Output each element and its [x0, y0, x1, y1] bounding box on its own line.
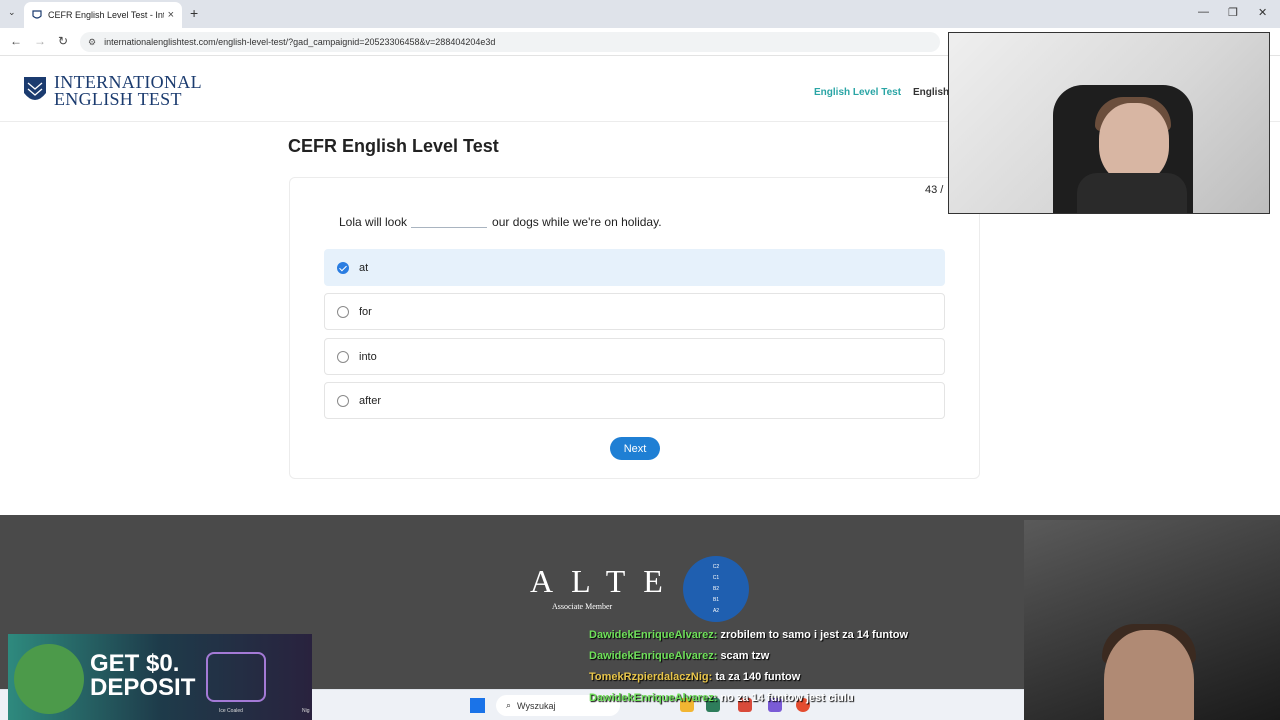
question-before: Lola will look — [339, 215, 408, 229]
site-favicon-icon — [32, 10, 42, 19]
question-text: Lola will look our dogs while we're on h… — [339, 215, 662, 229]
chat-text: scam tzw — [720, 650, 770, 662]
question-counter: 43 / — [925, 184, 944, 196]
alte-logo: ALTE Associate Member — [530, 563, 681, 611]
site-logo[interactable]: INTERNATIONAL ENGLISH TEST — [22, 73, 202, 109]
option-label: at — [359, 261, 369, 274]
face-shape — [1099, 103, 1169, 183]
tab-list-button[interactable]: ⌄ — [8, 7, 16, 18]
windows-start-icon[interactable] — [470, 698, 485, 713]
shirt-shape — [1077, 173, 1187, 213]
ad-text-line-1: GET $0. — [90, 650, 180, 677]
stream-ad-banner: GET $0. DEPOSIT Ice Coaled Nig — [8, 634, 312, 720]
tab-close-icon[interactable]: × — [168, 9, 174, 21]
alte-letters: ALTE — [530, 563, 681, 599]
taskbar-search-text: Wyszukaj — [517, 700, 556, 711]
nav-english[interactable]: English — [913, 87, 949, 98]
chat-text: no za 14 funtow jest ciulu — [720, 692, 854, 704]
chat-username: DawidekEnriqueAlvarez: — [589, 650, 718, 662]
radio-icon[interactable] — [337, 305, 349, 318]
forward-button[interactable]: → — [34, 34, 46, 48]
chat-message: DawidekEnriqueAlvarez: zrobilem to samo … — [589, 629, 908, 641]
chat-username: DawidekEnriqueAlvarez: — [589, 692, 718, 704]
logo-text: INTERNATIONAL ENGLISH TEST — [54, 73, 202, 109]
checked-radio-icon[interactable] — [337, 261, 349, 274]
url-text: internationalenglishtest.com/english-lev… — [104, 37, 496, 47]
new-tab-button[interactable]: + — [190, 5, 198, 21]
chat-message: DawidekEnriqueAlvarez: scam tzw — [589, 650, 908, 662]
option-into[interactable]: into — [324, 338, 945, 375]
question-after: our dogs while we're on holiday. — [492, 215, 662, 229]
option-label: into — [359, 350, 377, 363]
restore-icon[interactable]: ❐ — [1228, 6, 1238, 19]
mascot-image — [14, 644, 84, 714]
page-title: CEFR English Level Test — [288, 136, 499, 156]
ad-text-line-2: DEPOSIT — [90, 674, 196, 701]
option-label: for — [359, 305, 372, 318]
option-at[interactable]: at — [324, 249, 945, 286]
stream-chat: DawidekEnriqueAlvarez: zrobilem to samo … — [589, 629, 908, 713]
ad-item-frame — [206, 652, 266, 702]
ad-text: GET $0. DEPOSIT — [90, 652, 195, 700]
shield-logo-icon — [24, 77, 46, 100]
option-label: after — [359, 394, 382, 407]
badge-levels: C2 C1 B2 B1 A2 — [683, 562, 749, 617]
search-icon: ⌕ — [506, 700, 512, 710]
cefr-badge: C2 C1 B2 B1 A2 — [683, 556, 749, 622]
url-input[interactable]: ⚙ internationalenglishtest.com/english-l… — [80, 32, 940, 52]
next-button[interactable]: Next — [610, 437, 660, 460]
chat-text: ta za 140 funtow — [715, 671, 801, 683]
back-button[interactable]: ← — [10, 34, 22, 48]
chat-text: zrobilem to samo i jest za 14 funtow — [720, 629, 909, 641]
chat-username: DawidekEnriqueAlvarez: — [589, 629, 718, 641]
ad-caption: Nig — [302, 708, 310, 714]
nav-english-level-test[interactable]: English Level Test — [814, 87, 901, 98]
chat-message: TomekRzpierdalaczNig: ta za 140 funtow — [589, 671, 908, 683]
badge-level: B2 — [712, 586, 720, 592]
radio-icon[interactable] — [337, 350, 349, 363]
browser-tab-bar: ⌄ CEFR English Level Test - Intern... × … — [0, 0, 1280, 28]
close-window-icon[interactable]: ✕ — [1258, 6, 1267, 19]
ad-caption: Ice Coaled — [219, 708, 243, 714]
site-settings-icon[interactable]: ⚙ — [88, 37, 96, 48]
minimize-icon[interactable]: — — [1198, 6, 1209, 18]
radio-icon[interactable] — [337, 394, 349, 407]
chat-username: TomekRzpierdalaczNig: — [589, 671, 713, 683]
chat-message: DawidekEnriqueAlvarez: no za 14 funtow j… — [589, 692, 908, 704]
tab-title: CEFR English Level Test - Intern... — [48, 10, 164, 20]
webcam-overlay-top — [948, 32, 1270, 214]
option-for[interactable]: for — [324, 293, 945, 330]
badge-level: C1 — [712, 575, 720, 581]
browser-tab[interactable]: CEFR English Level Test - Intern... × — [24, 2, 182, 28]
webcam-overlay-bottom — [1024, 520, 1280, 720]
face-shape — [1104, 630, 1194, 720]
option-after[interactable]: after — [324, 382, 945, 419]
alte-subtitle: Associate Member — [552, 602, 613, 611]
badge-level: C2 — [712, 564, 720, 570]
badge-level: B1 — [712, 597, 720, 603]
logo-line-2: ENGLISH TEST — [54, 89, 182, 109]
reload-button[interactable]: ↻ — [58, 34, 68, 48]
badge-level: A2 — [712, 608, 720, 614]
answer-blank — [411, 216, 488, 228]
